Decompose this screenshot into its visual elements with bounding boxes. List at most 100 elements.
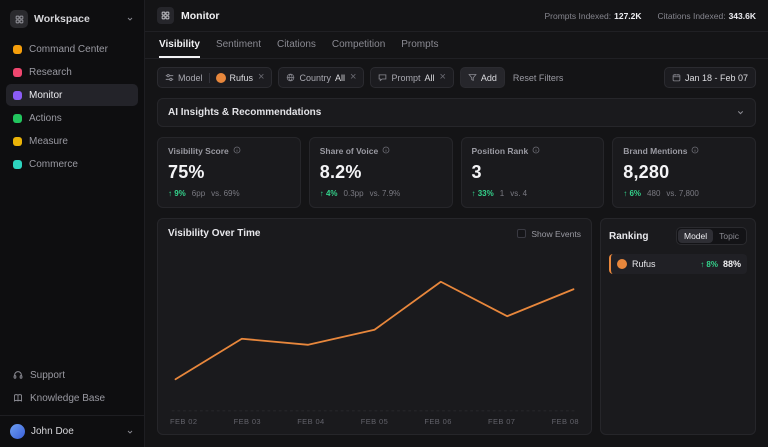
calendar-icon <box>672 73 681 82</box>
card-delta: ↑ 4% 0.3pp vs. 7.9% <box>320 189 442 198</box>
x-axis-label: FEB 06 <box>424 417 451 426</box>
funnel-icon <box>468 73 477 82</box>
x-axis-label: FEB 04 <box>297 417 324 426</box>
tab-bar: Visibility Sentiment Citations Competiti… <box>145 32 768 59</box>
remove-country-filter-icon[interactable]: × <box>350 72 356 83</box>
visibility-score-card: Visibility Score 75% ↑ 9% 6pp vs. 69% <box>157 137 301 208</box>
delta-up-value: ↑ 9% <box>168 189 186 198</box>
prompts-indexed-stat: Prompts Indexed:127.2K <box>544 11 641 21</box>
ranking-item-delta: ↑ 8% <box>700 260 718 269</box>
ranking-toggle-topic[interactable]: Topic <box>713 229 745 243</box>
bottom-row: Visibility Over Time Show Events FEB 02F… <box>157 218 756 435</box>
card-value: 8,280 <box>623 162 745 183</box>
sidebar-item-research[interactable]: Research <box>6 61 138 83</box>
position-rank-card: Position Rank 3 ↑ 33% 1 vs. 4 <box>461 137 605 208</box>
ranking-toggle: Model Topic <box>676 227 747 245</box>
sidebar-item-knowledge-base[interactable]: Knowledge Base <box>6 387 138 409</box>
brand-mentions-card: Brand Mentions 8,280 ↑ 6% 480 vs. 7,800 <box>612 137 756 208</box>
country-filter-chip[interactable]: Country All × <box>278 67 364 88</box>
info-icon[interactable] <box>691 146 699 156</box>
x-axis-label: FEB 07 <box>488 417 515 426</box>
tab-sentiment[interactable]: Sentiment <box>216 32 261 58</box>
monitor-page-icon <box>157 7 174 24</box>
ranking-toggle-model[interactable]: Model <box>678 229 713 243</box>
ranking-item-value: 88% <box>723 259 741 269</box>
tab-citations[interactable]: Citations <box>277 32 316 58</box>
sidebar-item-label: Monitor <box>29 90 62 101</box>
headset-icon <box>13 370 23 380</box>
ranking-item-rufus[interactable]: Rufus ↑ 8% 88% <box>609 254 747 274</box>
ai-insights-label: AI Insights & Recommendations <box>168 107 321 118</box>
date-range-picker[interactable]: Jan 18 - Feb 07 <box>664 67 756 88</box>
sidebar-item-actions[interactable]: Actions <box>6 107 138 129</box>
workspace-label: Workspace <box>34 13 120 25</box>
card-title: Visibility Score <box>168 146 229 156</box>
ranking-item-name: Rufus <box>632 259 695 269</box>
sidebar-item-support[interactable]: Support <box>6 364 138 386</box>
sidebar-item-command-center[interactable]: Command Center <box>6 38 138 60</box>
command-center-icon <box>13 45 22 54</box>
delta-vs-value: vs. 7,800 <box>666 189 698 198</box>
chevron-down-icon <box>126 428 134 436</box>
delta-up-value: ↑ 6% <box>623 189 641 198</box>
commerce-icon <box>13 160 22 169</box>
card-title: Brand Mentions <box>623 146 687 156</box>
show-events-label: Show Events <box>531 229 581 239</box>
card-value: 3 <box>472 162 594 183</box>
workspace-switcher[interactable]: Workspace <box>0 8 144 38</box>
sidebar-item-monitor[interactable]: Monitor <box>6 84 138 106</box>
support-label: Support <box>30 370 65 381</box>
model-filter-value: Rufus <box>230 73 254 83</box>
show-events-toggle[interactable]: Show Events <box>517 229 581 239</box>
prompt-filter-value: All <box>424 73 434 83</box>
remove-prompt-filter-icon[interactable]: × <box>439 72 445 83</box>
tab-visibility[interactable]: Visibility <box>159 32 200 58</box>
book-icon <box>13 393 23 403</box>
monitor-icon <box>13 91 22 100</box>
card-delta: ↑ 33% 1 vs. 4 <box>472 189 594 198</box>
ai-insights-accordion[interactable]: AI Insights & Recommendations <box>157 98 756 127</box>
ranking-panel: Ranking Model Topic Rufus ↑ 8% 88% <box>600 218 756 435</box>
add-filter-button[interactable]: Add <box>460 67 505 88</box>
card-delta: ↑ 6% 480 vs. 7,800 <box>623 189 745 198</box>
delta-vs-value: vs. 4 <box>510 189 527 198</box>
sidebar-item-label: Measure <box>29 136 68 147</box>
rufus-brand-icon <box>216 73 226 83</box>
card-title: Share of Voice <box>320 146 378 156</box>
date-range-value: Jan 18 - Feb 07 <box>685 73 748 83</box>
line-chart-svg <box>168 245 581 413</box>
info-icon[interactable] <box>382 146 390 156</box>
share-of-voice-card: Share of Voice 8.2% ↑ 4% 0.3pp vs. 7.9% <box>309 137 453 208</box>
divider <box>209 73 210 83</box>
chart-x-labels: FEB 02FEB 03FEB 04FEB 05FEB 06FEB 07FEB … <box>168 413 581 428</box>
card-delta: ↑ 9% 6pp vs. 69% <box>168 189 290 198</box>
country-filter-value: All <box>335 73 345 83</box>
info-icon[interactable] <box>233 146 241 156</box>
tab-competition[interactable]: Competition <box>332 32 385 58</box>
show-events-checkbox[interactable] <box>517 229 526 238</box>
card-value: 8.2% <box>320 162 442 183</box>
chevron-down-icon <box>736 108 745 117</box>
chart-title: Visibility Over Time <box>168 228 260 239</box>
page-title: Monitor <box>181 10 220 22</box>
reset-filters-button[interactable]: Reset Filters <box>513 73 564 83</box>
delta-vs-value: vs. 7.9% <box>370 189 401 198</box>
avatar <box>10 424 25 439</box>
chat-icon <box>378 73 387 82</box>
visibility-over-time-panel: Visibility Over Time Show Events FEB 02F… <box>157 218 592 435</box>
measure-icon <box>13 137 22 146</box>
sidebar-item-measure[interactable]: Measure <box>6 130 138 152</box>
actions-icon <box>13 114 22 123</box>
sidebar-item-commerce[interactable]: Commerce <box>6 153 138 175</box>
tab-prompts[interactable]: Prompts <box>401 32 438 58</box>
info-icon[interactable] <box>532 146 540 156</box>
model-filter-chip[interactable]: Model Rufus × <box>157 67 272 88</box>
user-menu[interactable]: John Doe <box>0 415 144 441</box>
sidebar-footer-nav: Support Knowledge Base <box>0 364 144 409</box>
x-axis-label: FEB 08 <box>552 417 579 426</box>
research-icon <box>13 68 22 77</box>
remove-model-filter-icon[interactable]: × <box>258 72 264 83</box>
sidebar-spacer <box>0 175 144 364</box>
prompt-filter-chip[interactable]: Prompt All × <box>370 67 453 88</box>
card-title: Position Rank <box>472 146 529 156</box>
